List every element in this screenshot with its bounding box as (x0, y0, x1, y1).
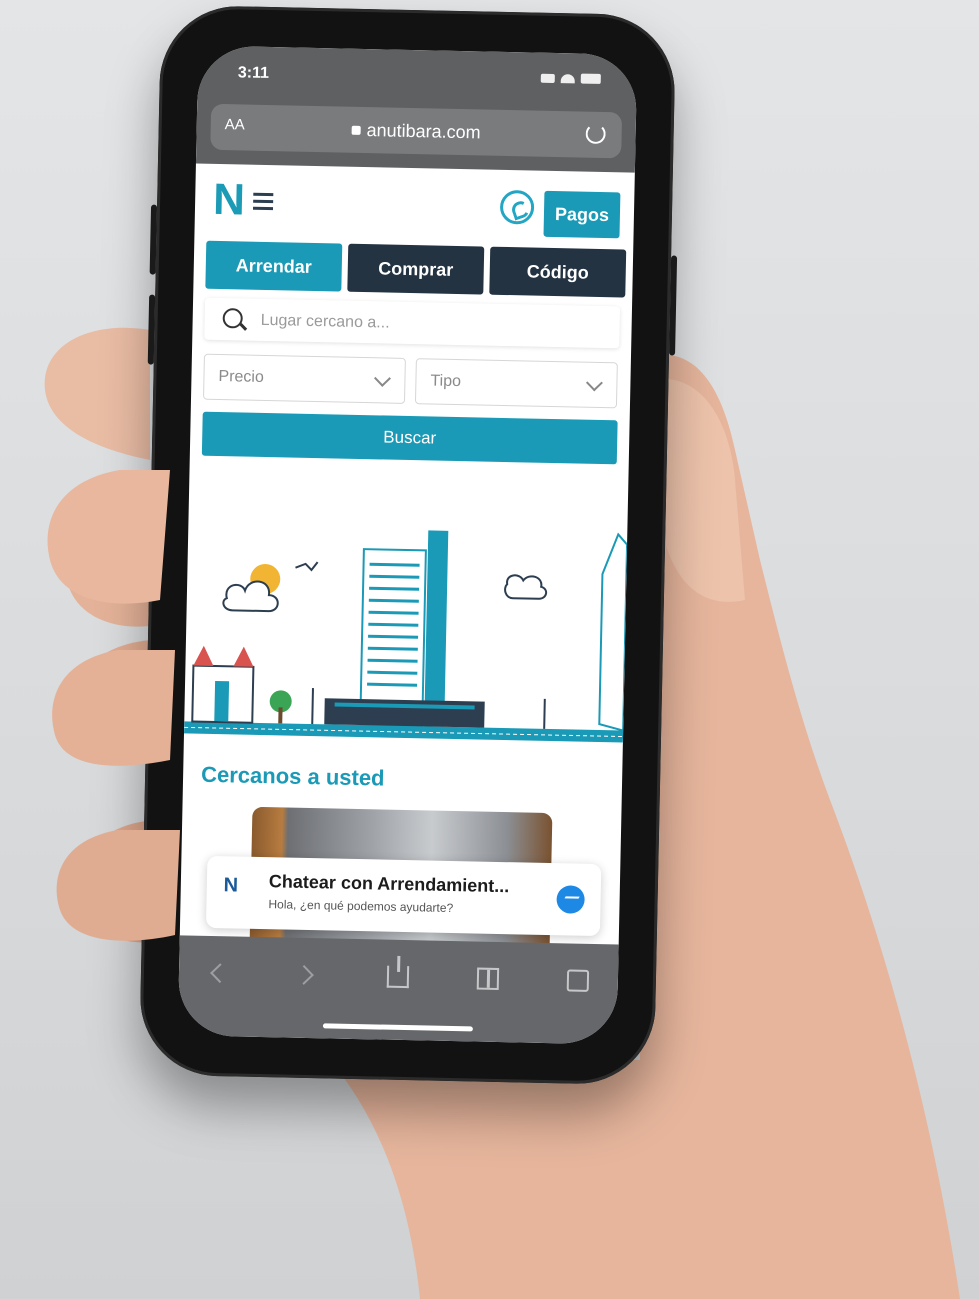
tab-arrendar[interactable]: Arrendar (205, 240, 343, 292)
chat-title: Chatear con Arrendamient... (268, 871, 510, 897)
screen: 3:11 AA anutibara.com N Pagos Arrendar C… (177, 45, 638, 1045)
wifi-icon (560, 73, 575, 83)
status-time: 3:11 (237, 64, 270, 82)
pagos-button[interactable]: Pagos (543, 190, 621, 239)
buscar-button[interactable]: Buscar (201, 411, 618, 465)
chat-popup[interactable]: N Chatear con Arrendamient... Hola, ¿en … (205, 855, 602, 937)
chevron-down-icon (373, 369, 391, 387)
operation-tabs: Arrendar Comprar Código (205, 240, 627, 298)
tab-comprar[interactable]: Comprar (347, 243, 485, 295)
messenger-icon[interactable] (556, 885, 585, 914)
chat-logo: N (223, 874, 239, 897)
search-icon (222, 308, 243, 329)
forward-icon[interactable] (297, 964, 319, 986)
precio-select[interactable]: Precio (202, 353, 406, 404)
lock-icon (351, 125, 361, 135)
chat-subtitle: Hola, ¿en qué podemos ayudarte? (268, 897, 454, 916)
whatsapp-icon[interactable] (499, 189, 535, 225)
precio-label: Precio (218, 368, 265, 386)
back-icon[interactable] (207, 962, 229, 984)
city-illustration (184, 530, 629, 743)
search-input[interactable] (258, 306, 603, 343)
site-logo[interactable]: N (213, 175, 244, 225)
home-indicator (322, 1023, 473, 1032)
filters: Precio Tipo (202, 353, 618, 409)
search-box (204, 297, 621, 349)
section-title: Cercanos a usted (200, 761, 385, 791)
menu-icon[interactable] (252, 192, 274, 214)
bookmarks-icon[interactable] (476, 967, 500, 991)
battery-icon (580, 73, 601, 84)
url-bar[interactable]: AA anutibara.com (210, 103, 623, 159)
phone-frame: 3:11 AA anutibara.com N Pagos Arrendar C… (138, 4, 678, 1086)
browser-toolbar (177, 935, 619, 1045)
tabs-icon[interactable] (566, 969, 590, 992)
volume-button (149, 204, 158, 275)
url-text: anutibara.com (210, 117, 621, 147)
volume-button (147, 294, 156, 365)
share-icon[interactable] (386, 965, 410, 989)
site-header: N Pagos (194, 163, 634, 244)
tipo-label: Tipo (430, 372, 462, 391)
signal-icon (540, 73, 555, 83)
browser-top-bar: 3:11 AA anutibara.com (195, 45, 638, 173)
tab-codigo[interactable]: Código (489, 246, 627, 298)
status-icons (540, 73, 601, 84)
url-label: anutibara.com (366, 120, 481, 143)
chevron-down-icon (585, 374, 603, 392)
tipo-select[interactable]: Tipo (414, 358, 618, 409)
